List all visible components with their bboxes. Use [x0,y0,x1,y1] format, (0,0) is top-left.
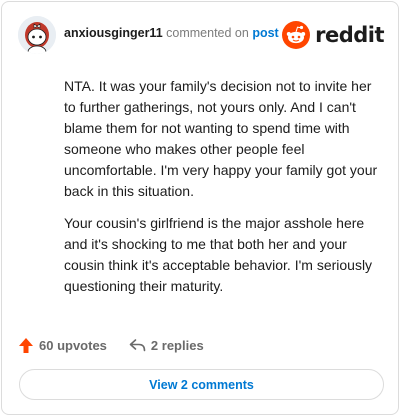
reply-arrow-icon [129,339,146,352]
comment-body: NTA. It was your family's decision not t… [64,76,382,297]
commented-on-text: commented on [166,26,249,40]
comment-header: anxiousginger11 commented on post reddit [18,16,384,56]
comment-paragraph: Your cousin's girlfriend is the major as… [64,215,373,294]
upvote-count: 60 upvotes [39,337,107,353]
username-link[interactable]: anxiousginger11 [64,26,163,40]
comment-paragraph: NTA. It was your family's decision not t… [64,78,378,199]
comment-actions: 60 upvotes 2 replies [18,334,204,356]
comment-card: anxiousginger11 commented on post reddit… [1,1,399,415]
snoo-avatar-icon [18,16,56,54]
reply-count: 2 replies [150,337,204,353]
view-comments-button[interactable]: View 2 comments [19,369,384,400]
reddit-logo-icon [282,21,311,49]
reddit-wordmark: reddit [315,23,384,47]
comment-meta: anxiousginger11 commented on post [64,26,279,40]
upvote-button[interactable]: 60 upvotes [18,337,107,354]
reply-button[interactable]: 2 replies [129,338,204,353]
reddit-brand[interactable]: reddit [282,20,384,50]
upvote-arrow-icon [19,337,33,353]
post-link[interactable]: post [252,26,278,40]
user-avatar[interactable] [18,16,56,54]
